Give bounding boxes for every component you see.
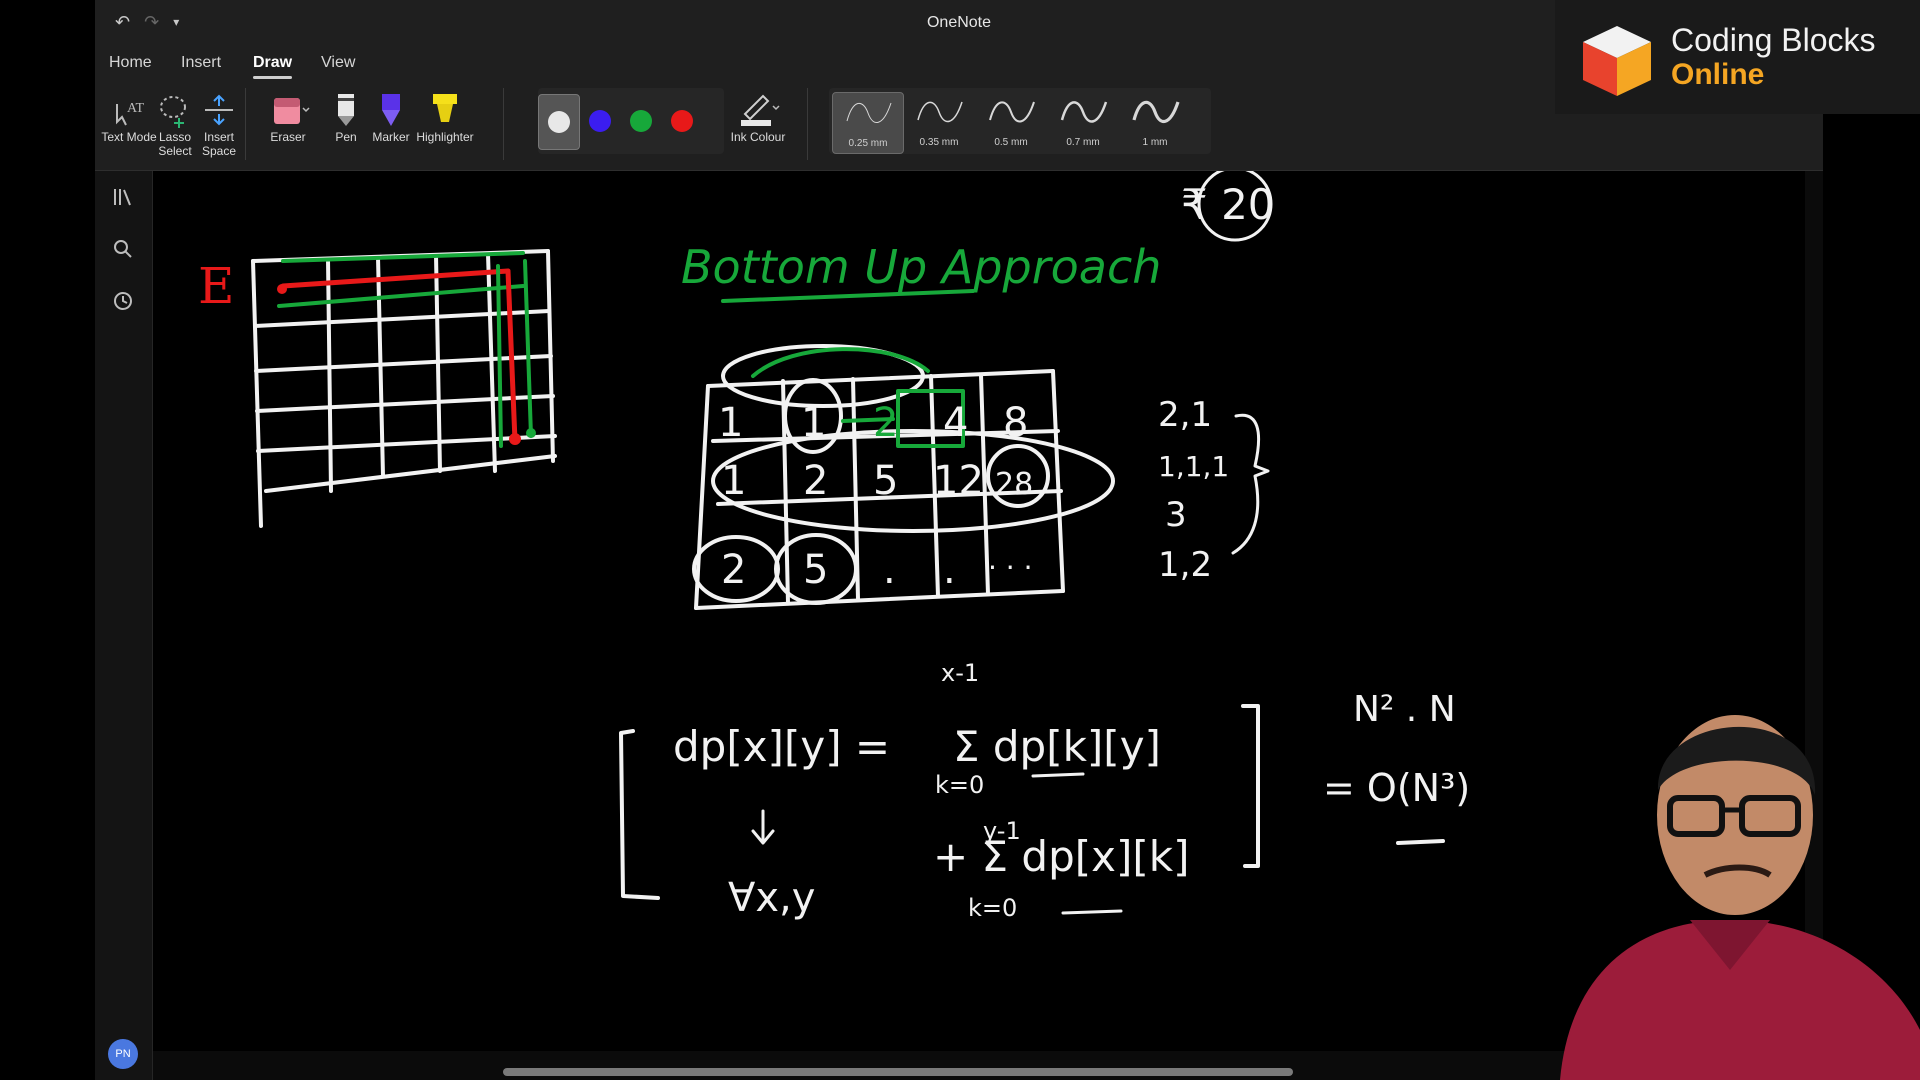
- ribbon-separator: [245, 88, 246, 160]
- ink-title: Bottom Up Approach: [681, 240, 1161, 294]
- complexity-line2: = O(N³): [1323, 766, 1470, 810]
- notebooks-icon[interactable]: [109, 183, 137, 211]
- sum1-upper: x-1: [941, 659, 979, 687]
- pen-thickness-options: 0.25 mm 0.35 mm 0.5 mm 0.7 mm 1 mm: [829, 88, 1211, 154]
- insert-space-button[interactable]: Insert Space: [189, 90, 249, 158]
- stroke-preview-icon: [846, 102, 892, 123]
- horizontal-scroll-thumb[interactable]: [503, 1068, 1293, 1076]
- color-swatch: [671, 110, 693, 132]
- grid-cell: 5: [803, 547, 828, 593]
- combo-item: 2,1: [1158, 395, 1212, 435]
- search-icon[interactable]: [109, 235, 137, 263]
- stroke-preview-icon: [1060, 101, 1108, 123]
- sum2-lower: k=0: [968, 894, 1017, 922]
- equation-term2: + Σ dp[x][k]: [933, 832, 1189, 881]
- stroke-preview-icon: [989, 101, 1035, 123]
- left-grid-path-ink: [277, 251, 536, 448]
- thickness-0.5mm[interactable]: 0.5 mm: [976, 92, 1046, 152]
- grid-cell: 28: [995, 467, 1033, 502]
- thickness-0.7mm[interactable]: 0.7 mm: [1048, 92, 1118, 152]
- tab-home[interactable]: Home: [109, 54, 152, 72]
- combo-item: 1,1,1: [1158, 450, 1229, 483]
- grid-cell: 2: [721, 547, 746, 593]
- left-mark: E: [198, 257, 235, 315]
- highlighter-button[interactable]: Highlighter: [415, 90, 475, 144]
- ribbon-separator: [503, 88, 504, 160]
- combo-item: 1,2: [1158, 545, 1212, 585]
- grid-cell: 4: [943, 400, 968, 446]
- logo-cube-icon: [1583, 26, 1651, 96]
- grid-cell: 8: [1003, 400, 1028, 446]
- grid-cell: 1: [721, 458, 746, 504]
- grid-cell: 5: [873, 458, 898, 504]
- color-swatch: [548, 111, 570, 133]
- side-navigation: PN: [95, 171, 153, 1080]
- grid-cell: .: [883, 547, 896, 593]
- grid-cell: .: [943, 547, 956, 593]
- marker-button[interactable]: Marker: [361, 90, 421, 144]
- brand-overlay: Coding Blocks Online: [1555, 0, 1920, 114]
- grid-cell: 2: [803, 458, 828, 504]
- thickness-0.35mm[interactable]: 0.35 mm: [904, 92, 974, 152]
- ink-colour-button[interactable]: Ink Colour: [723, 90, 793, 144]
- grid-cell: 12: [933, 458, 984, 504]
- for-all-label: ∀x,y: [728, 875, 815, 921]
- color-swatch-red[interactable]: [662, 94, 702, 148]
- circled-amount: ₹ 20: [1181, 180, 1275, 229]
- sum1-lower: k=0: [935, 771, 984, 799]
- insert-space-icon: [189, 90, 249, 130]
- svg-text:AT: AT: [127, 101, 145, 116]
- ink-colour-icon: [723, 90, 793, 130]
- marker-icon: [361, 90, 421, 130]
- color-swatch: [630, 110, 652, 132]
- combo-item: 3: [1165, 495, 1187, 535]
- equation-term1: Σ dp[k][y]: [953, 722, 1161, 771]
- brand-subtitle: Online: [1671, 58, 1765, 91]
- tab-insert[interactable]: Insert: [181, 54, 221, 72]
- color-swatch-blue[interactable]: [580, 94, 620, 148]
- grid-cell: 1: [718, 400, 743, 446]
- thickness-0.25mm[interactable]: 0.25 mm: [832, 92, 904, 154]
- presenter-video: [1560, 715, 1920, 1080]
- eraser-button[interactable]: Eraser: [258, 90, 318, 144]
- stroke-preview-icon: [917, 101, 963, 123]
- eraser-icon: [258, 90, 318, 130]
- thickness-1mm[interactable]: 1 mm: [1120, 92, 1190, 152]
- recent-clock-icon[interactable]: [109, 287, 137, 315]
- ribbon-separator: [807, 88, 808, 160]
- brand-name: Coding Blocks: [1671, 22, 1876, 58]
- avatar[interactable]: PN: [108, 1039, 138, 1069]
- grid-cell: 2: [873, 400, 898, 446]
- grid-cell: 1: [801, 400, 826, 446]
- color-swatch: [589, 110, 611, 132]
- color-swatch-green[interactable]: [621, 94, 661, 148]
- pen-color-palette: [538, 88, 724, 154]
- highlighter-icon: [415, 90, 475, 130]
- complexity-line1: N² . N: [1353, 689, 1456, 730]
- grid-cell: . . .: [988, 543, 1033, 576]
- color-swatch-white[interactable]: [538, 94, 580, 150]
- tab-view[interactable]: View: [321, 54, 355, 72]
- equation-lhs: dp[x][y] =: [673, 722, 890, 771]
- stroke-preview-icon: [1132, 100, 1180, 123]
- tab-draw[interactable]: Draw: [253, 54, 293, 79]
- middle-grid-ink: [692, 344, 1115, 610]
